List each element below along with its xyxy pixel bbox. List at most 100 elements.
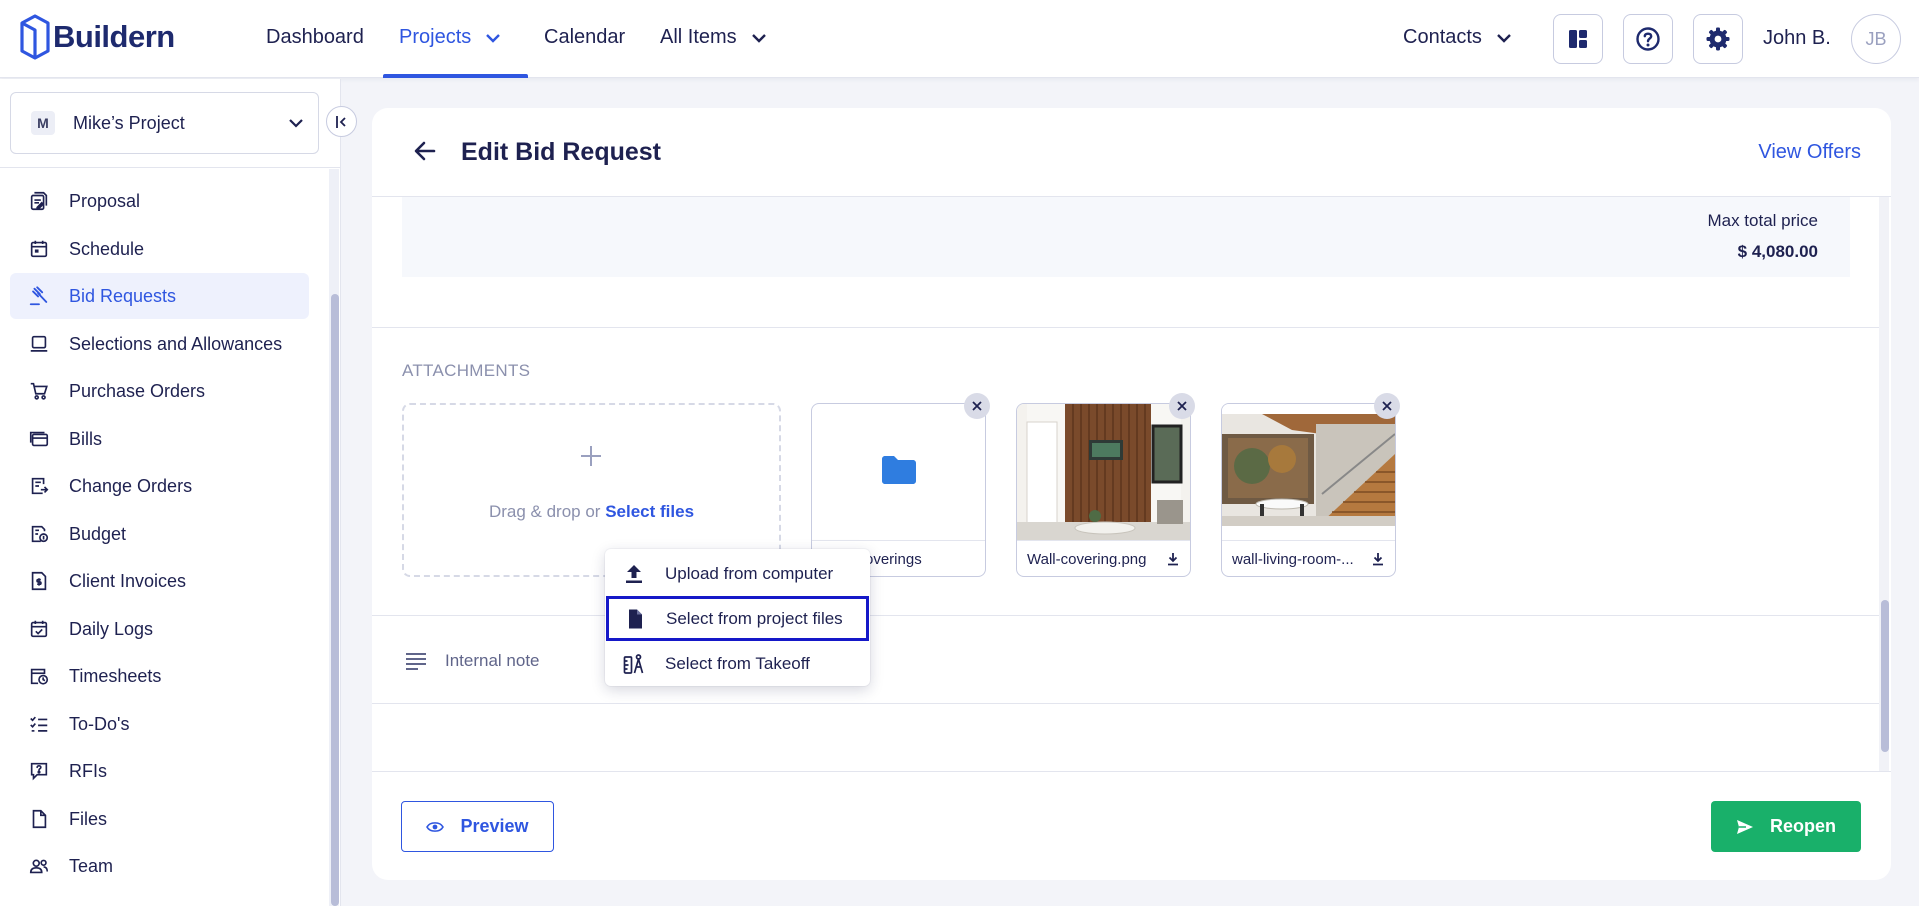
takeoff-icon: [623, 653, 644, 674]
sidebar-item-label: Change Orders: [69, 475, 193, 496]
remove-attachment-button[interactable]: [964, 393, 990, 419]
internal-note-label: Internal note: [445, 651, 540, 670]
attachments-heading: ATTACHMENTS: [402, 361, 531, 380]
collapse-sidebar-button[interactable]: [326, 106, 357, 137]
sidebar-divider: [0, 167, 341, 168]
gavel-icon: [29, 286, 48, 306]
menu-item-label: Select from project files: [666, 608, 843, 628]
chevron-down-icon: [486, 33, 501, 43]
sidebar-item-timesheets[interactable]: Timesheets: [10, 653, 309, 699]
close-icon: [1177, 401, 1187, 411]
sidebar-item-label: Proposal: [69, 190, 141, 211]
eye-icon: [426, 821, 445, 832]
nav-projects[interactable]: Projects: [399, 26, 501, 49]
nav-calendar[interactable]: Calendar: [544, 26, 625, 49]
living-room-image: [1222, 404, 1395, 540]
download-icon[interactable]: [1371, 552, 1385, 566]
team-icon: [29, 859, 49, 874]
collapse-left-icon: [335, 115, 346, 128]
help-icon: [1636, 27, 1660, 51]
remove-attachment-button[interactable]: [1374, 393, 1400, 419]
layout-icon: [1569, 30, 1587, 48]
sidebar-item-todos[interactable]: To-Do's: [10, 701, 309, 747]
menu-item-select-from-takeoff[interactable]: Select from Takeoff: [605, 641, 870, 686]
budget-icon: [31, 525, 49, 543]
attachment-card[interactable]: wall-living-room-...: [1221, 403, 1396, 577]
preview-label: Preview: [460, 816, 529, 836]
menu-item-select-from-project-files[interactable]: Select from project files: [606, 596, 869, 641]
nav-all-items[interactable]: All Items: [660, 26, 767, 49]
attachment-footer: Wall-covering.png: [1017, 540, 1190, 576]
dashboard-layout-button[interactable]: [1553, 14, 1603, 64]
cart-icon: [30, 382, 48, 400]
sidebar-scrollbar-thumb[interactable]: [331, 294, 339, 906]
avatar[interactable]: JB: [1851, 14, 1901, 64]
reopen-button[interactable]: Reopen: [1711, 801, 1861, 852]
attachment-thumbnail: [812, 404, 985, 540]
calendar-icon: [30, 240, 48, 258]
card-footer: Preview Reopen: [372, 771, 1891, 880]
select-files-link[interactable]: Select files: [605, 502, 694, 521]
sidebar-item-purchase-orders[interactable]: Purchase Orders: [10, 368, 309, 414]
sidebar-item-schedule[interactable]: Schedule: [10, 226, 309, 272]
folder-icon: [882, 456, 916, 484]
nav-dashboard[interactable]: Dashboard: [266, 26, 364, 49]
sidebar-item-budget[interactable]: Budget: [10, 511, 309, 557]
sidebar-item-bills[interactable]: Bills: [10, 416, 309, 462]
download-icon[interactable]: [1166, 552, 1180, 566]
nav-contacts-label: Contacts: [1403, 26, 1482, 48]
form-scroll-area: Max total price $ 4,080.00 ATTACHMENTS D…: [372, 197, 1891, 771]
content-scrollbar-thumb[interactable]: [1881, 600, 1889, 752]
sidebar-item-files[interactable]: Files: [10, 796, 309, 842]
menu-item-upload-from-computer[interactable]: Upload from computer: [605, 551, 870, 596]
sidebar-item-client-invoices[interactable]: Client Invoices: [10, 558, 309, 604]
close-icon: [972, 401, 982, 411]
buildern-logo[interactable]: Buildern: [20, 12, 175, 62]
project-name: Mike’s Project: [73, 112, 185, 133]
preview-button[interactable]: Preview: [401, 801, 554, 852]
sidebar-item-label: Bills: [69, 428, 103, 449]
dropzone-hint: Drag & drop or: [488, 502, 606, 521]
sidebar-item-bid-requests[interactable]: Bid Requests: [10, 273, 309, 319]
chevron-down-icon: [751, 33, 766, 43]
sidebar-item-label: Schedule: [69, 238, 145, 259]
logo-mark-icon: [20, 14, 50, 60]
remove-attachment-button[interactable]: [1169, 393, 1195, 419]
sidebar-item-label: Client Invoices: [69, 570, 187, 591]
project-selector[interactable]: M Mike’s Project: [10, 92, 319, 154]
attachment-thumbnail: [1017, 404, 1190, 540]
view-offers-link[interactable]: View Offers: [1758, 141, 1861, 164]
price-summary: Max total price $ 4,080.00: [402, 197, 1850, 277]
user-name[interactable]: John B.: [1763, 27, 1831, 50]
reopen-label: Reopen: [1769, 816, 1836, 836]
help-button[interactable]: [1623, 14, 1673, 64]
project-badge: M: [31, 111, 55, 135]
document-icon: [629, 609, 642, 628]
sidebar-item-daily-logs[interactable]: Daily Logs: [10, 606, 309, 652]
sidebar-item-label: To-Do's: [69, 713, 130, 734]
sidebar-item-rfis[interactable]: RFIs: [10, 748, 309, 794]
internal-note-section[interactable]: Internal note: [405, 651, 540, 671]
nav-contacts[interactable]: Contacts: [1403, 26, 1512, 49]
sidebar-item-label: RFIs: [69, 760, 107, 781]
sidebar-item-team[interactable]: Team: [10, 843, 309, 889]
sidebar-item-label: Selections and Allowances: [69, 333, 283, 354]
settings-button[interactable]: [1693, 14, 1743, 64]
todo-icon: [30, 716, 48, 732]
change-orders-icon: [31, 477, 49, 495]
notes-icon: [406, 653, 426, 670]
back-arrow-icon[interactable]: [412, 138, 438, 164]
rfi-icon: [30, 762, 48, 781]
file-icon: [32, 809, 47, 829]
page-title: Edit Bid Request: [461, 138, 662, 166]
sidebar-item-label: Team: [69, 855, 114, 876]
max-total-price-value: $ 4,080.00: [1737, 242, 1818, 261]
close-icon: [1382, 401, 1392, 411]
attachment-card[interactable]: Wall-covering.png: [1016, 403, 1191, 577]
plus-icon: [581, 446, 601, 466]
sidebar-item-change-orders[interactable]: Change Orders: [10, 463, 309, 509]
selections-icon: [30, 335, 48, 352]
attachment-name: wall-living-room-...: [1232, 550, 1354, 568]
sidebar-item-proposal[interactable]: Proposal: [10, 178, 309, 224]
sidebar-item-selections[interactable]: Selections and Allowances: [10, 321, 309, 367]
